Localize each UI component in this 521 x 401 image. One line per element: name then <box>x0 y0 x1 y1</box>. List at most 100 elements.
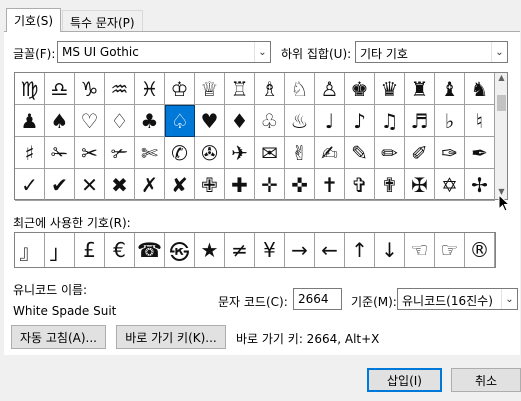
scroll-thumb[interactable] <box>497 95 506 111</box>
symbol-cell[interactable]: ✇ <box>195 137 225 169</box>
symbol-cell[interactable]: ✁ <box>45 137 75 169</box>
symbol-cell[interactable]: ♥ <box>195 105 225 137</box>
symbol-cell[interactable]: ✄ <box>135 137 165 169</box>
symbol-cell[interactable]: ♓ <box>135 73 165 105</box>
symbol-cell[interactable]: ✃ <box>105 137 135 169</box>
chevron-down-icon: ⌄ <box>501 289 517 309</box>
mouse-cursor-icon <box>498 194 511 212</box>
recent-symbol-cell[interactable]: ® <box>465 233 495 267</box>
symbol-cell[interactable]: ♒ <box>105 73 135 105</box>
symbol-cell[interactable]: ✙ <box>195 169 225 201</box>
symbol-cell[interactable]: ✈ <box>225 137 255 169</box>
symbol-cell[interactable]: ♯ <box>15 137 45 169</box>
symbol-cell[interactable]: ✕ <box>75 169 105 201</box>
symbol-cell[interactable]: ✐ <box>405 137 435 169</box>
recent-symbols[interactable]: 』」 £ € ☎ ㉿ ★ ≠ ¥ → ← ↑ ↓ ☜ ☞ ® <box>14 232 496 268</box>
font-select[interactable]: MS UI Gothic ⌄ <box>57 41 271 63</box>
symbol-cell[interactable]: ✡ <box>435 169 465 201</box>
symbol-cell[interactable]: ✒ <box>465 137 495 169</box>
symbol-cell[interactable]: ♪ <box>345 105 375 137</box>
recent-symbol-cell[interactable]: ☜ <box>405 233 435 267</box>
recent-symbol-cell[interactable]: ↓ <box>375 233 405 267</box>
subset-select[interactable]: 기타 기호 ⌄ <box>355 41 508 63</box>
symbol-cell[interactable]: ♚ <box>345 73 375 105</box>
grid-scrollbar[interactable]: ▲ ▼ <box>494 73 507 199</box>
recent-symbol-cell[interactable]: ¥ <box>255 233 285 267</box>
symbol-cell[interactable]: ♛ <box>375 73 405 105</box>
symbol-cell[interactable]: ✝ <box>315 169 345 201</box>
recent-symbol-cell[interactable]: ← <box>315 233 345 267</box>
symbol-cell[interactable]: ♠ <box>45 105 75 137</box>
recent-symbol-cell[interactable]: ☎ <box>135 233 165 267</box>
symbol-cell[interactable]: ♬ <box>405 105 435 137</box>
symbol-cell[interactable]: ♕ <box>195 73 225 105</box>
symbol-cell[interactable]: ✍ <box>315 137 345 169</box>
symbol-cell[interactable]: ✂ <box>75 137 105 169</box>
symbol-cell[interactable]: ✗ <box>135 169 165 201</box>
from-label: 기준(M): <box>351 295 397 309</box>
symbol-cell[interactable]: ♜ <box>405 73 435 105</box>
symbol-cell[interactable]: ♮ <box>465 105 495 137</box>
symbol-cell[interactable]: ♟ <box>15 105 45 137</box>
symbol-cell[interactable]: ✓ <box>15 169 45 201</box>
char-code-input[interactable]: 2664 <box>293 288 342 310</box>
symbol-cell[interactable]: ♤ <box>165 105 195 137</box>
autocorrect-button[interactable]: 자동 고침(A)... <box>11 325 106 349</box>
symbol-cell[interactable]: ♢ <box>105 105 135 137</box>
symbol-cell[interactable]: ✚ <box>225 169 255 201</box>
symbol-cell[interactable]: ♨ <box>285 105 315 137</box>
from-select[interactable]: 유니코드(16진수) ⌄ <box>397 288 518 310</box>
symbol-cell[interactable]: ♣ <box>135 105 165 137</box>
symbol-cell[interactable]: ♩ <box>315 105 345 137</box>
recent-symbol-cell[interactable]: ★ <box>195 233 225 267</box>
symbol-cell[interactable]: ✎ <box>345 137 375 169</box>
symbol-cell[interactable]: ✢ <box>465 169 495 201</box>
symbol-cell[interactable]: ♞ <box>465 73 495 105</box>
recent-label: 최근에 사용한 기호(R): <box>13 216 131 230</box>
recent-symbol-cell[interactable]: ☞ <box>435 233 465 267</box>
symbol-cell[interactable]: ♧ <box>255 105 285 137</box>
symbol-cell[interactable]: ♙ <box>315 73 345 105</box>
symbol-cell[interactable]: ✆ <box>165 137 195 169</box>
scroll-up-icon[interactable]: ▲ <box>495 73 508 85</box>
symbol-cell[interactable]: ✏ <box>375 137 405 169</box>
symbol-cell[interactable]: ♫ <box>375 105 405 137</box>
symbol-cell[interactable]: ✠ <box>405 169 435 201</box>
symbol-cell[interactable]: ✑ <box>435 137 465 169</box>
shortcut-key-button[interactable]: 바로 가기 키(K)... <box>116 325 226 349</box>
symbol-cell[interactable]: ♡ <box>75 105 105 137</box>
symbol-cell[interactable]: ♘ <box>285 73 315 105</box>
symbol-cell[interactable]: ✌ <box>285 137 315 169</box>
symbol-cell[interactable]: ♦ <box>225 105 255 137</box>
recent-symbol-cell[interactable]: ㉿ <box>165 233 195 267</box>
symbol-cell[interactable]: ✟ <box>375 169 405 201</box>
symbol-cell[interactable]: ✔ <box>45 169 75 201</box>
symbol-grid[interactable]: ▲ ▼ ♍ ♎ ♑ ♒ ♓ ♔ ♕ ♖ ♗ ♘ ♙ ♚ ♛ ♜ ♝ ♞ ♟ ♠ ♡ ♢ ♣ ♤ ♥ ♦ ♧ ♨ ♩ ♪ ♫ ♬ ♭ ♮ ♯ ✁ ✂ ✃… <box>14 72 508 201</box>
tab-symbols[interactable]: 기호(S) <box>6 8 62 32</box>
unicode-name-label: 유니코드 이름: <box>13 283 88 297</box>
recent-symbol-cell[interactable]: 』 <box>15 233 45 267</box>
symbol-cell[interactable]: ♔ <box>165 73 195 105</box>
symbol-cell[interactable]: ♝ <box>435 73 465 105</box>
recent-symbol-cell[interactable]: ↑ <box>345 233 375 267</box>
symbol-cell[interactable]: ♗ <box>255 73 285 105</box>
cancel-button[interactable]: 취소 <box>451 368 521 392</box>
symbol-cell[interactable]: ✘ <box>165 169 195 201</box>
recent-symbol-cell[interactable]: → <box>285 233 315 267</box>
recent-symbol-cell[interactable]: £ <box>75 233 105 267</box>
symbol-cell[interactable]: ✛ <box>255 169 285 201</box>
symbol-cell[interactable]: ♖ <box>225 73 255 105</box>
tab-special-characters[interactable]: 특수 문자(P) <box>62 10 143 32</box>
symbol-cell[interactable]: ✉ <box>255 137 285 169</box>
recent-symbol-cell[interactable]: ≠ <box>225 233 255 267</box>
insert-button[interactable]: 삽입(I) <box>367 368 442 392</box>
recent-symbol-cell[interactable]: € <box>105 233 135 267</box>
symbol-cell[interactable]: ♎ <box>45 73 75 105</box>
symbol-cell[interactable]: ✖ <box>105 169 135 201</box>
symbol-cell[interactable]: ♍ <box>15 73 45 105</box>
symbol-cell[interactable]: ✜ <box>285 169 315 201</box>
symbol-cell[interactable]: ♑ <box>75 73 105 105</box>
symbol-cell[interactable]: ✞ <box>345 169 375 201</box>
recent-symbol-cell[interactable]: 」 <box>45 233 75 267</box>
symbol-cell[interactable]: ♭ <box>435 105 465 137</box>
